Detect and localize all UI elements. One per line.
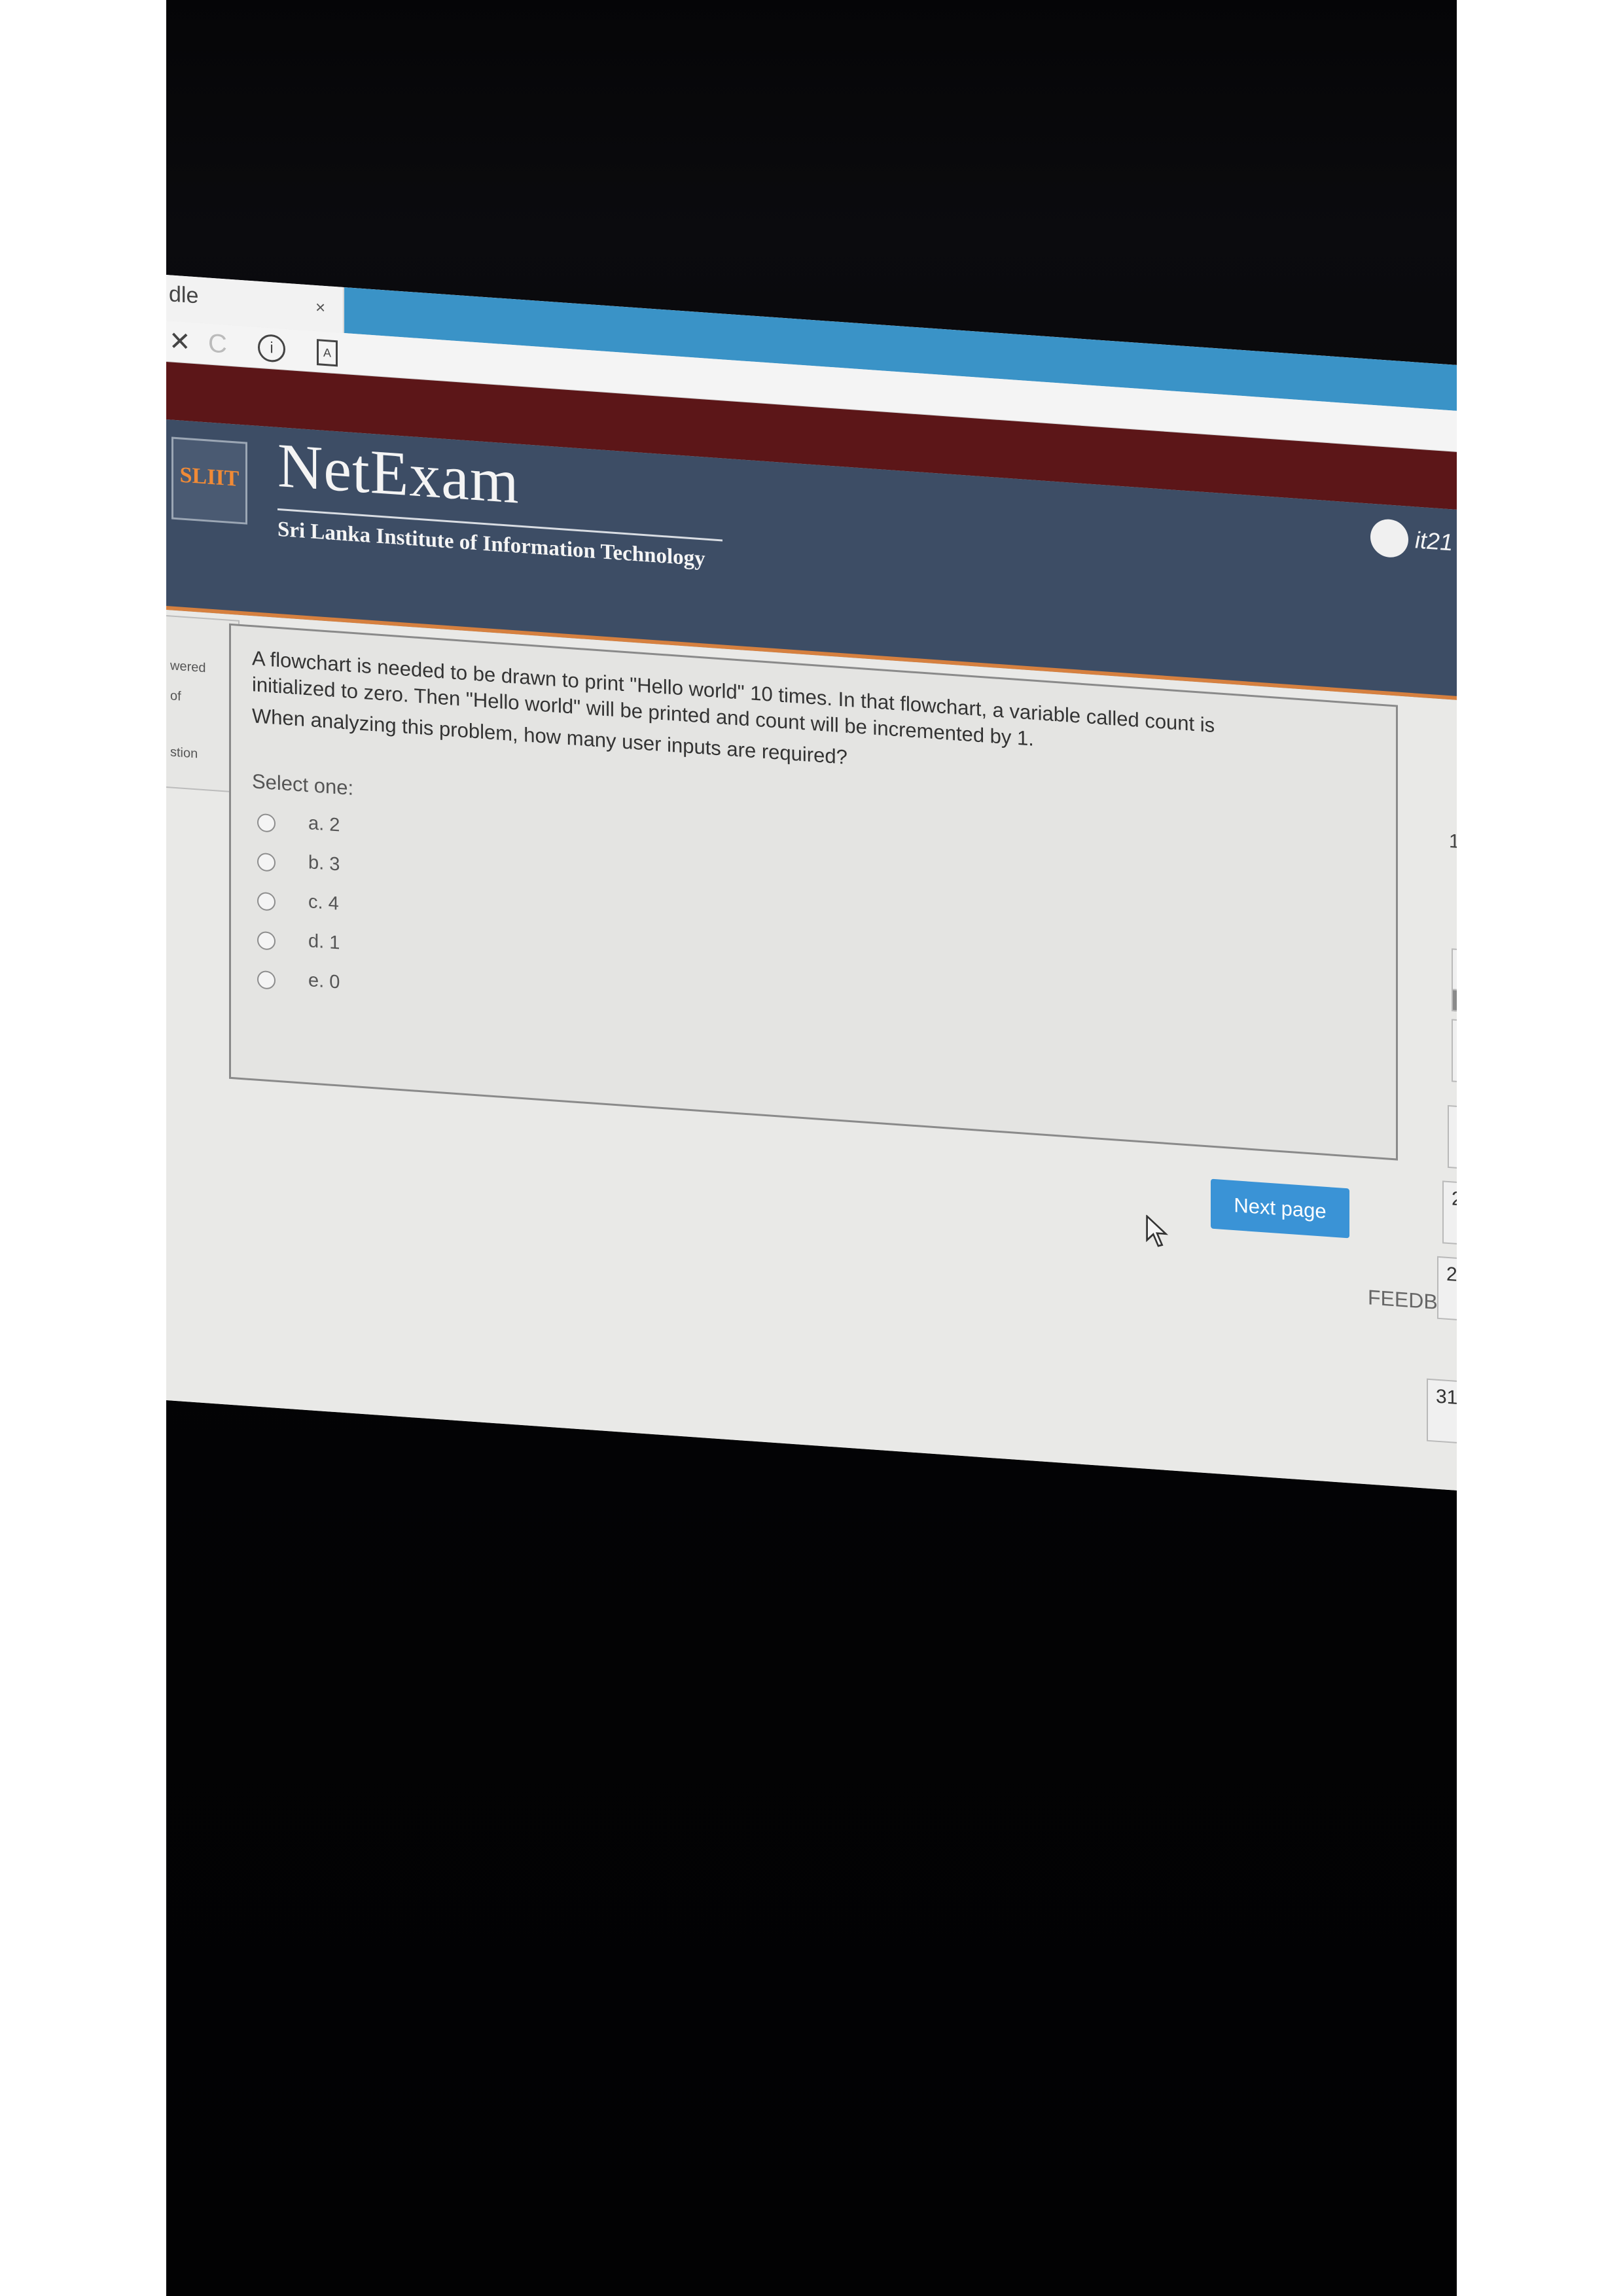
nav-question-box[interactable]: 29 (1437, 1256, 1457, 1323)
site-subtitle: Sri Lanka Institute of Information Techn… (277, 517, 705, 571)
reader-icon[interactable]: A (317, 339, 338, 367)
info-text: of (170, 688, 181, 704)
stop-icon[interactable]: ✕ (169, 326, 191, 357)
radio-button[interactable] (257, 852, 276, 872)
nav-question-box[interactable]: 31 (1427, 1378, 1457, 1445)
select-one-label: Select one: (252, 769, 354, 800)
main-content: wered of stion A flowchart is needed to … (166, 610, 1457, 1491)
nav-question-number: 29 (1446, 1263, 1457, 1287)
feedback-heading: FEEDB (1368, 1285, 1438, 1314)
tab-close-icon[interactable]: × (315, 297, 325, 318)
option-label[interactable]: b. 3 (308, 852, 340, 875)
quiz-navigation: 8 15 22 29 31 (1383, 944, 1457, 1474)
radio-button[interactable] (257, 930, 276, 951)
next-page-button[interactable]: Next page (1211, 1178, 1349, 1239)
reload-icon[interactable]: C (208, 328, 227, 359)
option-label[interactable]: d. 1 (308, 930, 340, 954)
question-box: A flowchart is needed to be drawn to pri… (229, 623, 1398, 1161)
radio-button[interactable] (257, 970, 276, 990)
nav-question-box[interactable]: 15 (1448, 1104, 1457, 1172)
sliit-logo: SLIIT (171, 436, 247, 525)
nav-question-number: 22 (1452, 1188, 1457, 1211)
mouse-cursor-icon (1146, 1214, 1169, 1247)
option-label[interactable]: a. 2 (308, 813, 340, 836)
photo-frame: dle × ✕ C i A SLIIT NetExam Sri Lanka In… (166, 0, 1457, 2296)
nav-partial-label: 1 (1449, 830, 1457, 853)
browser-window: dle × ✕ C i A SLIIT NetExam Sri Lanka In… (166, 275, 1457, 1491)
option-label[interactable]: c. 4 (308, 891, 339, 915)
user-avatar[interactable] (1370, 518, 1408, 559)
option-label[interactable]: e. 0 (308, 970, 340, 993)
user-name[interactable]: it21 (1415, 526, 1453, 556)
info-icon[interactable]: i (258, 333, 285, 363)
site-title: NetExam (277, 429, 520, 517)
nav-question-number: 31 (1436, 1385, 1457, 1409)
info-text: stion (170, 745, 198, 762)
nav-question-flag (1452, 989, 1457, 1016)
tab-title: dle (169, 281, 199, 309)
nav-question-box[interactable]: 8 (1452, 1019, 1457, 1086)
radio-button[interactable] (257, 813, 276, 833)
radio-button[interactable] (257, 891, 276, 911)
logo-text: SLIIT (179, 463, 240, 491)
nav-question-box[interactable]: 22 (1442, 1180, 1457, 1248)
info-text: wered (170, 658, 206, 676)
